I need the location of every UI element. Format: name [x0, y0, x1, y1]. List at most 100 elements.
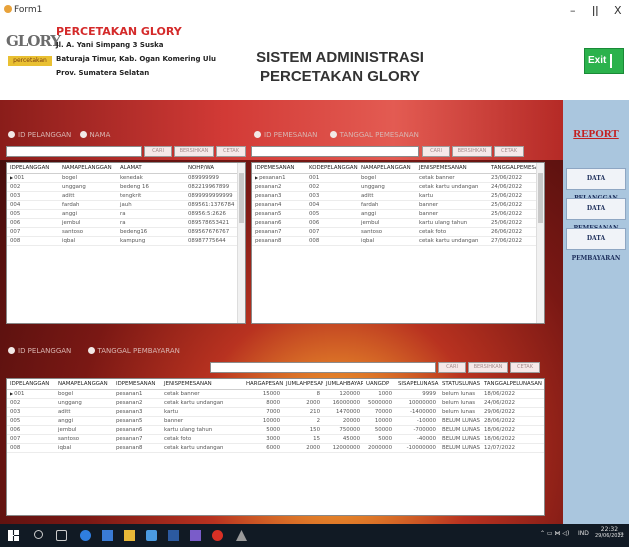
- table-cell[interactable]: iqbal: [358, 236, 416, 246]
- table-cell[interactable]: 5000: [243, 425, 283, 435]
- table-cell[interactable]: belum lunas: [439, 398, 481, 408]
- radio-id-pelanggan[interactable]: ID PELANGGAN: [8, 131, 71, 139]
- column-header[interactable]: NAMAPELANGGAN: [59, 163, 117, 174]
- table-cell[interactable]: 10000: [243, 416, 283, 426]
- table-row[interactable]: pesanan4 004 fardah banner 25/06/2022: [252, 200, 544, 210]
- table-cell[interactable]: 002: [7, 398, 55, 408]
- radio-nama[interactable]: NAMA: [79, 131, 110, 139]
- table-cell[interactable]: 089578653421: [185, 218, 245, 228]
- table-row[interactable]: 005 anggi ra 08956:5:2626: [7, 209, 245, 219]
- table-cell[interactable]: 18/06/2022: [481, 434, 544, 444]
- table-cell[interactable]: pesanan8: [252, 236, 306, 246]
- table-row[interactable]: 002 unggang pesanan2 cetak kartu undangan 80…: [7, 398, 544, 408]
- column-header[interactable]: IDPELANGGAN: [7, 163, 59, 174]
- table-cell[interactable]: kartu: [161, 407, 243, 417]
- table-row[interactable]: 005 anggi pesanan5 banner 10000 2 20000 10000 -1…: [7, 416, 544, 426]
- table-cell[interactable]: 45000: [323, 434, 363, 444]
- table-cell[interactable]: bedeng16: [117, 227, 185, 237]
- pelanggan-cetak-button[interactable]: CETAK: [216, 146, 246, 157]
- table-row[interactable]: 003 aditt tengkrit 0899999999999: [7, 191, 245, 201]
- table-cell[interactable]: -40000: [395, 434, 439, 444]
- table-cell[interactable]: 007: [7, 227, 59, 237]
- column-header[interactable]: JENISPEMESANAN: [416, 163, 488, 174]
- table-cell[interactable]: tengkrit: [117, 191, 185, 201]
- table-cell[interactable]: -10000000: [395, 443, 439, 453]
- table-cell[interactable]: 006: [7, 425, 55, 435]
- table-cell[interactable]: 18/06/2022: [481, 425, 544, 435]
- column-header[interactable]: NAMAPELANGGAN: [55, 379, 113, 390]
- table-cell[interactable]: 10000: [363, 416, 395, 426]
- table-cell[interactable]: kampung: [117, 236, 185, 246]
- table-row[interactable]: pesanan2 002 unggang cetak kartu undangan 24…: [252, 182, 544, 192]
- radio-id-pelanggan-bayar[interactable]: ID PELANGGAN: [8, 347, 71, 355]
- table-cell[interactable]: pesanan7: [252, 227, 306, 237]
- table-cell[interactable]: -700000: [395, 425, 439, 435]
- table-cell[interactable]: ▶pesanan1: [252, 173, 306, 183]
- table-cell[interactable]: 210: [283, 407, 323, 417]
- close-button[interactable]: X: [614, 4, 622, 17]
- table-cell[interactable]: aditt: [358, 191, 416, 201]
- column-header[interactable]: KODEPELANGGAN: [306, 163, 358, 174]
- pelanggan-table[interactable]: IDPELANGGAN NAMAPELANGGAN ALAMAT NOHP/WA…: [6, 162, 246, 324]
- table-cell[interactable]: 008: [306, 236, 358, 246]
- table-cell[interactable]: bedeng 16: [117, 182, 185, 192]
- table-cell[interactable]: 082219967899: [185, 182, 245, 192]
- table-cell[interactable]: fardah: [358, 200, 416, 210]
- table-cell[interactable]: pesanan6: [113, 425, 161, 435]
- table-cell[interactable]: 003: [306, 191, 358, 201]
- scrollbar-thumb[interactable]: [538, 173, 543, 223]
- vertical-scrollbar[interactable]: [536, 163, 544, 323]
- table-cell[interactable]: 006: [7, 218, 59, 228]
- table-cell[interactable]: 003: [7, 407, 55, 417]
- table-cell[interactable]: belum lunas: [439, 389, 481, 399]
- table-cell[interactable]: 15000: [243, 389, 283, 399]
- table-cell[interactable]: 12000000: [323, 443, 363, 453]
- table-cell[interactable]: BELUM LUNAS: [439, 425, 481, 435]
- table-cell[interactable]: 001: [306, 173, 358, 183]
- table-cell[interactable]: 24/06/2022: [481, 398, 544, 408]
- table-cell[interactable]: 2000: [283, 398, 323, 408]
- table-cell[interactable]: cetak foto: [161, 434, 243, 444]
- table-cell[interactable]: 089999999: [185, 173, 245, 183]
- table-cell[interactable]: 2000000: [363, 443, 395, 453]
- chrome-icon[interactable]: [212, 530, 223, 541]
- table-cell[interactable]: unggang: [59, 182, 117, 192]
- table-cell[interactable]: pesanan4: [252, 200, 306, 210]
- radio-tanggal-pemesanan[interactable]: TANGGAL PEMESANAN: [329, 131, 419, 139]
- column-header[interactable]: JUMLAHBAYAR: [323, 379, 363, 390]
- pembayaran-search-input[interactable]: [210, 362, 436, 373]
- table-cell[interactable]: cetak foto: [416, 227, 488, 237]
- table-cell[interactable]: anggi: [59, 209, 117, 219]
- table-cell[interactable]: 007: [306, 227, 358, 237]
- table-row[interactable]: pesanan3 003 aditt kartu 25/06/2022: [252, 191, 544, 201]
- table-cell[interactable]: iqbal: [59, 236, 117, 246]
- table-cell[interactable]: 28/06/2022: [481, 416, 544, 426]
- table-cell[interactable]: ra: [117, 209, 185, 219]
- table-row[interactable]: pesanan5 005 anggi banner 25/06/2022: [252, 209, 544, 219]
- table-cell[interactable]: unggang: [358, 182, 416, 192]
- table-cell[interactable]: kartu: [416, 191, 488, 201]
- exit-button[interactable]: Exit: [584, 48, 624, 74]
- table-cell[interactable]: 3000: [243, 434, 283, 444]
- table-cell[interactable]: 008: [7, 236, 59, 246]
- table-cell[interactable]: 7000: [243, 407, 283, 417]
- column-header[interactable]: UANGDP: [363, 379, 395, 390]
- table-cell[interactable]: 12/07/2022: [481, 443, 544, 453]
- table-cell[interactable]: pesanan2: [252, 182, 306, 192]
- search-icon[interactable]: [34, 530, 43, 539]
- table-cell[interactable]: 004: [7, 200, 59, 210]
- scrollbar-thumb[interactable]: [239, 173, 244, 223]
- column-header[interactable]: STATUSLUNAS: [439, 379, 481, 390]
- data-pemesanan-button[interactable]: DATA PEMESANAN: [566, 198, 626, 232]
- table-cell[interactable]: 150: [283, 425, 323, 435]
- table-row[interactable]: ▶001 bogel kenedak 089999999: [7, 173, 245, 183]
- table-cell[interactable]: pesanan5: [252, 209, 306, 219]
- table-cell[interactable]: 002: [306, 182, 358, 192]
- column-header[interactable]: SISAPELUNASAN: [395, 379, 439, 390]
- vertical-scrollbar[interactable]: [237, 163, 245, 323]
- table-cell[interactable]: 008: [7, 443, 55, 453]
- table-row[interactable]: 007 santoso pesanan7 cetak foto 3000 15 45000 5…: [7, 434, 544, 444]
- pemesanan-cetak-button[interactable]: CETAK: [494, 146, 524, 157]
- column-header[interactable]: JENISPEMESANAN: [161, 379, 243, 390]
- table-cell[interactable]: ▶001: [7, 389, 55, 399]
